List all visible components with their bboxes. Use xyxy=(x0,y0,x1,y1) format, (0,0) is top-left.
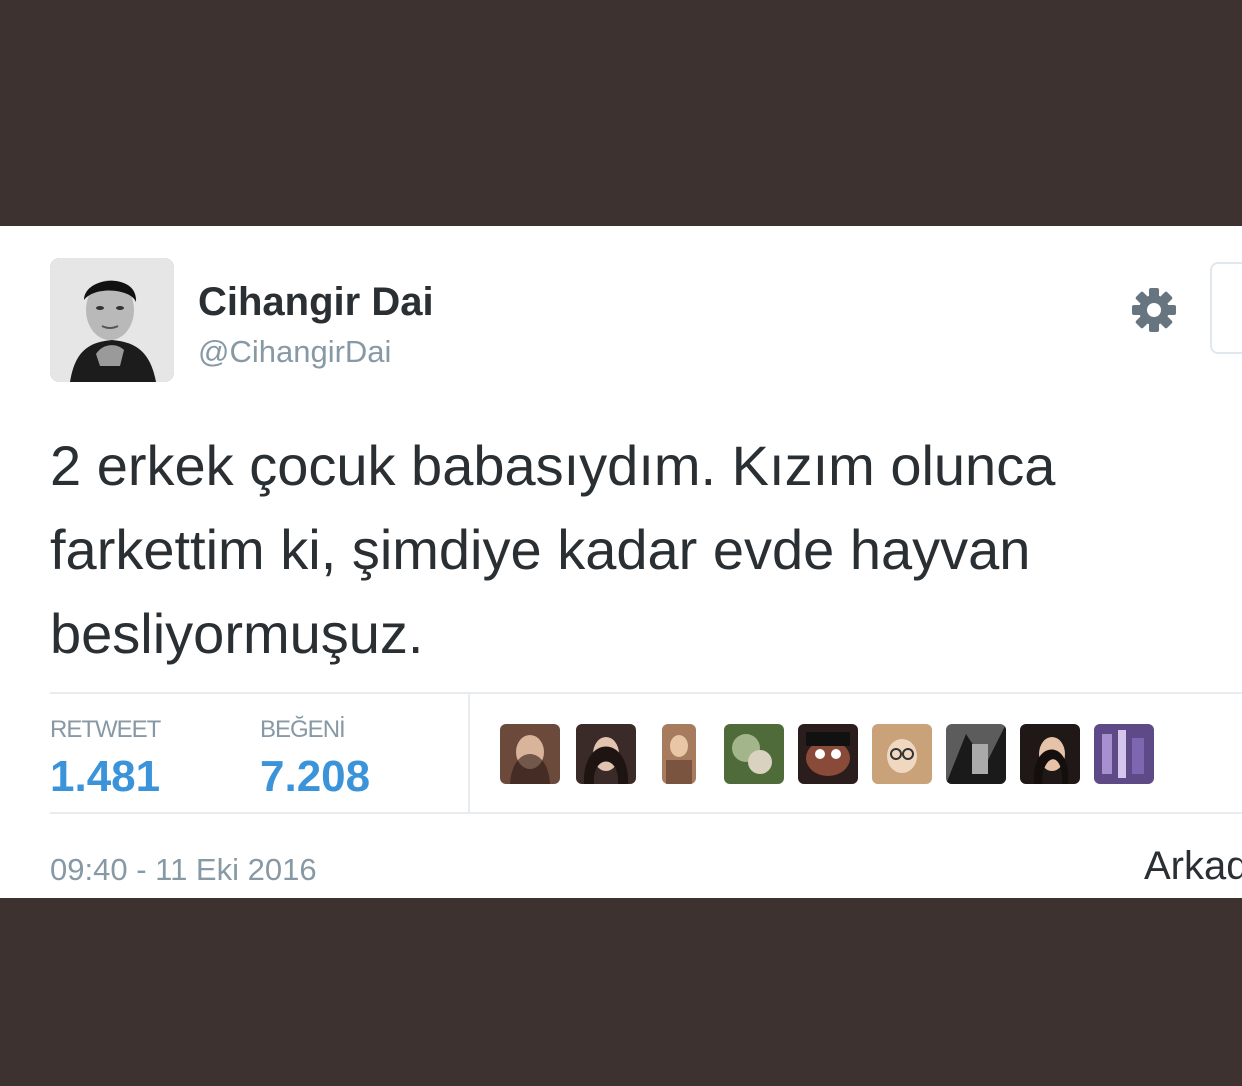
liker-avatar[interactable] xyxy=(576,724,636,784)
author-name[interactable]: Cihangir Dai xyxy=(198,280,434,325)
liker-avatar[interactable] xyxy=(798,724,858,784)
follow-button[interactable] xyxy=(1210,262,1242,354)
liker-avatar[interactable] xyxy=(1094,724,1154,784)
author-avatar[interactable] xyxy=(50,258,174,382)
author-handle[interactable]: @CihangirDai xyxy=(198,334,391,370)
stats-vertical-divider xyxy=(468,694,470,812)
like-label: BEĞENİ xyxy=(260,716,346,743)
follow-hint-text[interactable]: Arkad xyxy=(1144,844,1242,889)
settings-button[interactable] xyxy=(1128,284,1180,336)
liker-avatar[interactable] xyxy=(946,724,1006,784)
tweet-text: 2 erkek çocuk babasıydım. Kızım olunca f… xyxy=(50,434,1056,665)
liker-avatar[interactable] xyxy=(1020,724,1080,784)
retweet-count[interactable]: 1.481 xyxy=(50,752,160,802)
stats-top-divider xyxy=(50,692,1242,694)
liker-avatar[interactable] xyxy=(500,724,560,784)
screenshot-root: { "tweet": { "author_name": "Cihangir Da… xyxy=(0,0,1242,1086)
tweet-timestamp[interactable]: 09:40 - 11 Eki 2016 xyxy=(50,852,317,888)
liker-avatar[interactable] xyxy=(872,724,932,784)
liker-avatar[interactable] xyxy=(662,724,696,784)
liker-avatar[interactable] xyxy=(724,724,784,784)
gear-icon xyxy=(1132,288,1176,332)
stats-bottom-divider xyxy=(50,812,1242,814)
like-count[interactable]: 7.208 xyxy=(260,752,370,802)
avatar-photo-icon xyxy=(50,258,174,382)
retweet-label: RETWEET xyxy=(50,716,161,743)
